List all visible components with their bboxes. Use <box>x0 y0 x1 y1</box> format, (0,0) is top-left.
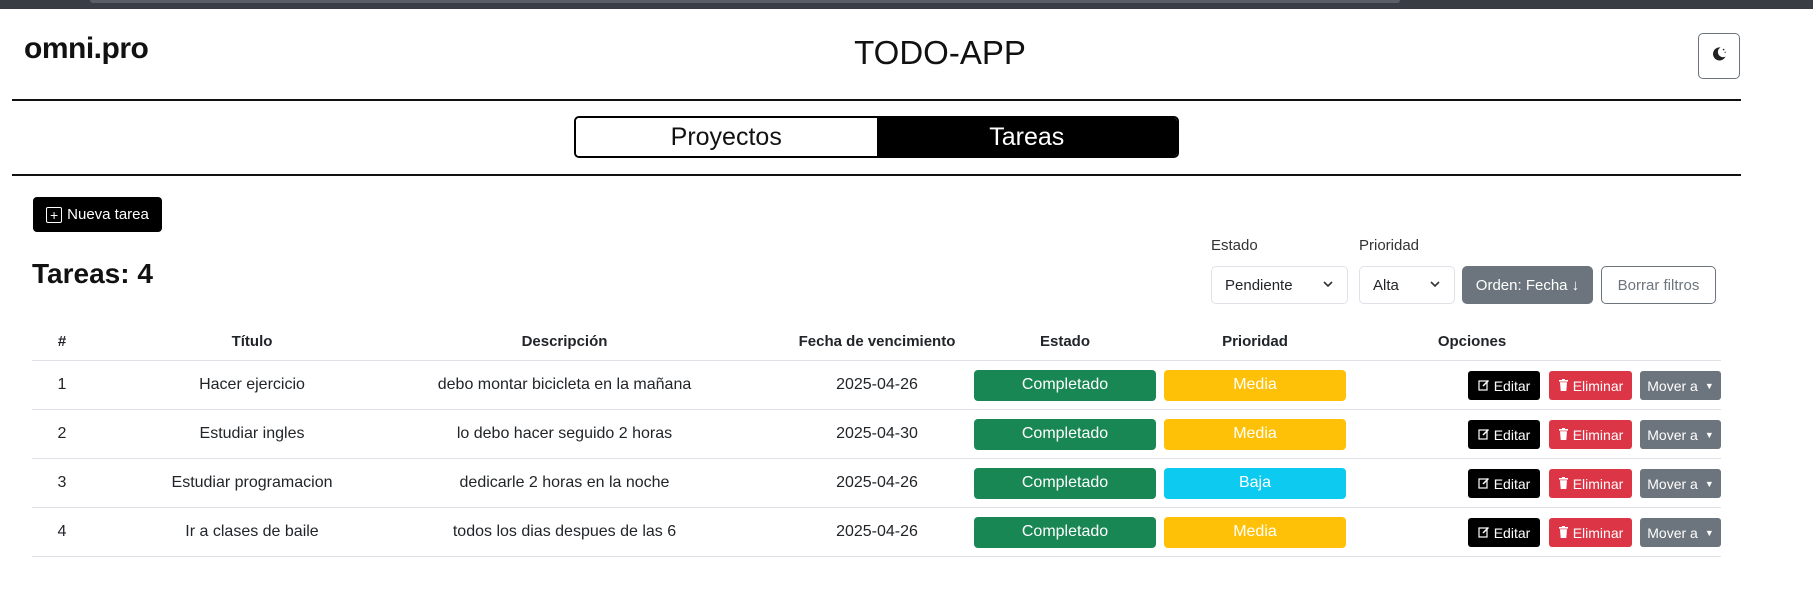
prioridad-filter-label: Prioridad <box>1359 237 1420 254</box>
edit-button[interactable]: Editar <box>1468 469 1540 498</box>
caret-down-icon: ▼ <box>1704 429 1714 440</box>
tab-tareas[interactable]: Tareas <box>876 118 1177 156</box>
delete-button[interactable]: Eliminar <box>1549 469 1632 498</box>
table-header-row: # Título Descripción Fecha de vencimient… <box>32 322 1721 361</box>
row-num: 3 <box>57 474 67 491</box>
table-row: 1 Hacer ejercicio debo montar bicicleta … <box>32 361 1721 410</box>
view-switcher: Proyectos Tareas <box>574 116 1179 158</box>
move-to-dropdown[interactable]: Mover a ▼ <box>1640 518 1721 547</box>
edit-icon <box>1478 476 1490 492</box>
tab-proyectos[interactable]: Proyectos <box>576 118 877 156</box>
delete-button[interactable]: Eliminar <box>1549 420 1632 449</box>
prioridad-filter-select[interactable]: Alta <box>1359 266 1455 304</box>
row-title: Estudiar ingles <box>199 425 305 442</box>
theme-toggle-button[interactable] <box>1698 33 1740 79</box>
nav-divider <box>12 174 1741 176</box>
status-badge: Completado <box>974 418 1156 450</box>
header-priority: Prioridad <box>1222 332 1288 350</box>
plus-square-icon: + <box>46 206 63 223</box>
row-title: Hacer ejercicio <box>199 376 305 393</box>
window-top-strip <box>0 0 1813 9</box>
edit-icon <box>1478 525 1490 541</box>
row-title: Ir a clases de baile <box>185 523 319 540</box>
row-num: 1 <box>57 376 67 393</box>
trash-icon <box>1558 476 1569 492</box>
header-description: Descripción <box>521 332 608 350</box>
header-options: Opciones <box>1437 332 1507 350</box>
priority-badge: Baja <box>1164 467 1346 499</box>
row-description: lo debo hacer seguido 2 horas <box>456 425 673 442</box>
row-description: debo montar bicicleta en la mañana <box>437 376 692 393</box>
delete-label: Eliminar <box>1572 426 1624 443</box>
row-due-date: 2025-04-26 <box>836 474 918 491</box>
priority-badge: Media <box>1164 516 1346 548</box>
header-due-date: Fecha de vencimiento <box>798 332 956 350</box>
edit-label: Editar <box>1493 524 1531 541</box>
task-count-title: Tareas: 4 <box>32 258 153 289</box>
header-num: # <box>57 332 67 350</box>
prioridad-filter-value: Alta <box>1373 276 1399 294</box>
estado-filter-select[interactable]: Pendiente <box>1211 266 1348 304</box>
priority-badge: Media <box>1164 418 1346 450</box>
move-to-dropdown[interactable]: Mover a ▼ <box>1640 371 1721 400</box>
moon-icon <box>1711 46 1727 67</box>
edit-label: Editar <box>1493 475 1531 492</box>
chevron-down-icon <box>1322 277 1334 294</box>
sort-button[interactable]: Orden: Fecha ↓ <box>1462 266 1593 304</box>
row-due-date: 2025-04-26 <box>836 523 918 540</box>
estado-filter-label: Estado <box>1211 237 1258 254</box>
edit-label: Editar <box>1493 377 1531 394</box>
window-tab-line <box>90 0 1400 3</box>
page-title: TODO-APP <box>854 34 1026 71</box>
row-title: Estudiar programacion <box>171 474 333 491</box>
edit-button[interactable]: Editar <box>1468 420 1540 449</box>
header-divider <box>12 99 1741 101</box>
priority-badge: Media <box>1164 369 1346 401</box>
status-badge: Completado <box>974 369 1156 401</box>
new-task-button[interactable]: + Nueva tarea <box>33 197 162 232</box>
trash-icon <box>1558 378 1569 394</box>
row-due-date: 2025-04-30 <box>836 425 918 442</box>
row-num: 2 <box>57 425 67 442</box>
delete-label: Eliminar <box>1572 475 1624 492</box>
move-label: Mover a <box>1647 377 1698 394</box>
move-to-dropdown[interactable]: Mover a ▼ <box>1640 420 1721 449</box>
move-label: Mover a <box>1647 524 1698 541</box>
delete-label: Eliminar <box>1572 377 1624 394</box>
edit-label: Editar <box>1493 426 1531 443</box>
move-to-dropdown[interactable]: Mover a ▼ <box>1640 469 1721 498</box>
row-due-date: 2025-04-26 <box>836 376 918 393</box>
estado-filter-value: Pendiente <box>1225 276 1293 294</box>
status-badge: Completado <box>974 467 1156 499</box>
header-title: Título <box>231 332 273 350</box>
delete-button[interactable]: Eliminar <box>1549 518 1632 547</box>
trash-icon <box>1558 525 1569 541</box>
table-row: 3 Estudiar programacion dedicarle 2 hora… <box>32 459 1721 508</box>
edit-icon <box>1478 378 1490 394</box>
row-num: 4 <box>57 523 67 540</box>
edit-icon <box>1478 427 1490 443</box>
row-description: dedicarle 2 horas en la noche <box>459 474 670 491</box>
edit-button[interactable]: Editar <box>1468 518 1540 547</box>
delete-label: Eliminar <box>1572 524 1624 541</box>
trash-icon <box>1558 427 1569 443</box>
status-badge: Completado <box>974 516 1156 548</box>
edit-button[interactable]: Editar <box>1468 371 1540 400</box>
caret-down-icon: ▼ <box>1704 527 1714 538</box>
table-row: 4 Ir a clases de baile todos los dias de… <box>32 508 1721 557</box>
clear-filters-button[interactable]: Borrar filtros <box>1601 266 1716 304</box>
move-label: Mover a <box>1647 426 1698 443</box>
header-status: Estado <box>1039 332 1090 350</box>
move-label: Mover a <box>1647 475 1698 492</box>
new-task-label: Nueva tarea <box>67 206 149 223</box>
row-description: todos los dias despues de las 6 <box>452 523 677 540</box>
caret-down-icon: ▼ <box>1704 380 1714 391</box>
caret-down-icon: ▼ <box>1704 478 1714 489</box>
chevron-down-icon <box>1429 277 1441 294</box>
delete-button[interactable]: Eliminar <box>1549 371 1632 400</box>
tasks-table: # Título Descripción Fecha de vencimient… <box>32 322 1721 557</box>
table-row: 2 Estudiar ingles lo debo hacer seguido … <box>32 410 1721 459</box>
